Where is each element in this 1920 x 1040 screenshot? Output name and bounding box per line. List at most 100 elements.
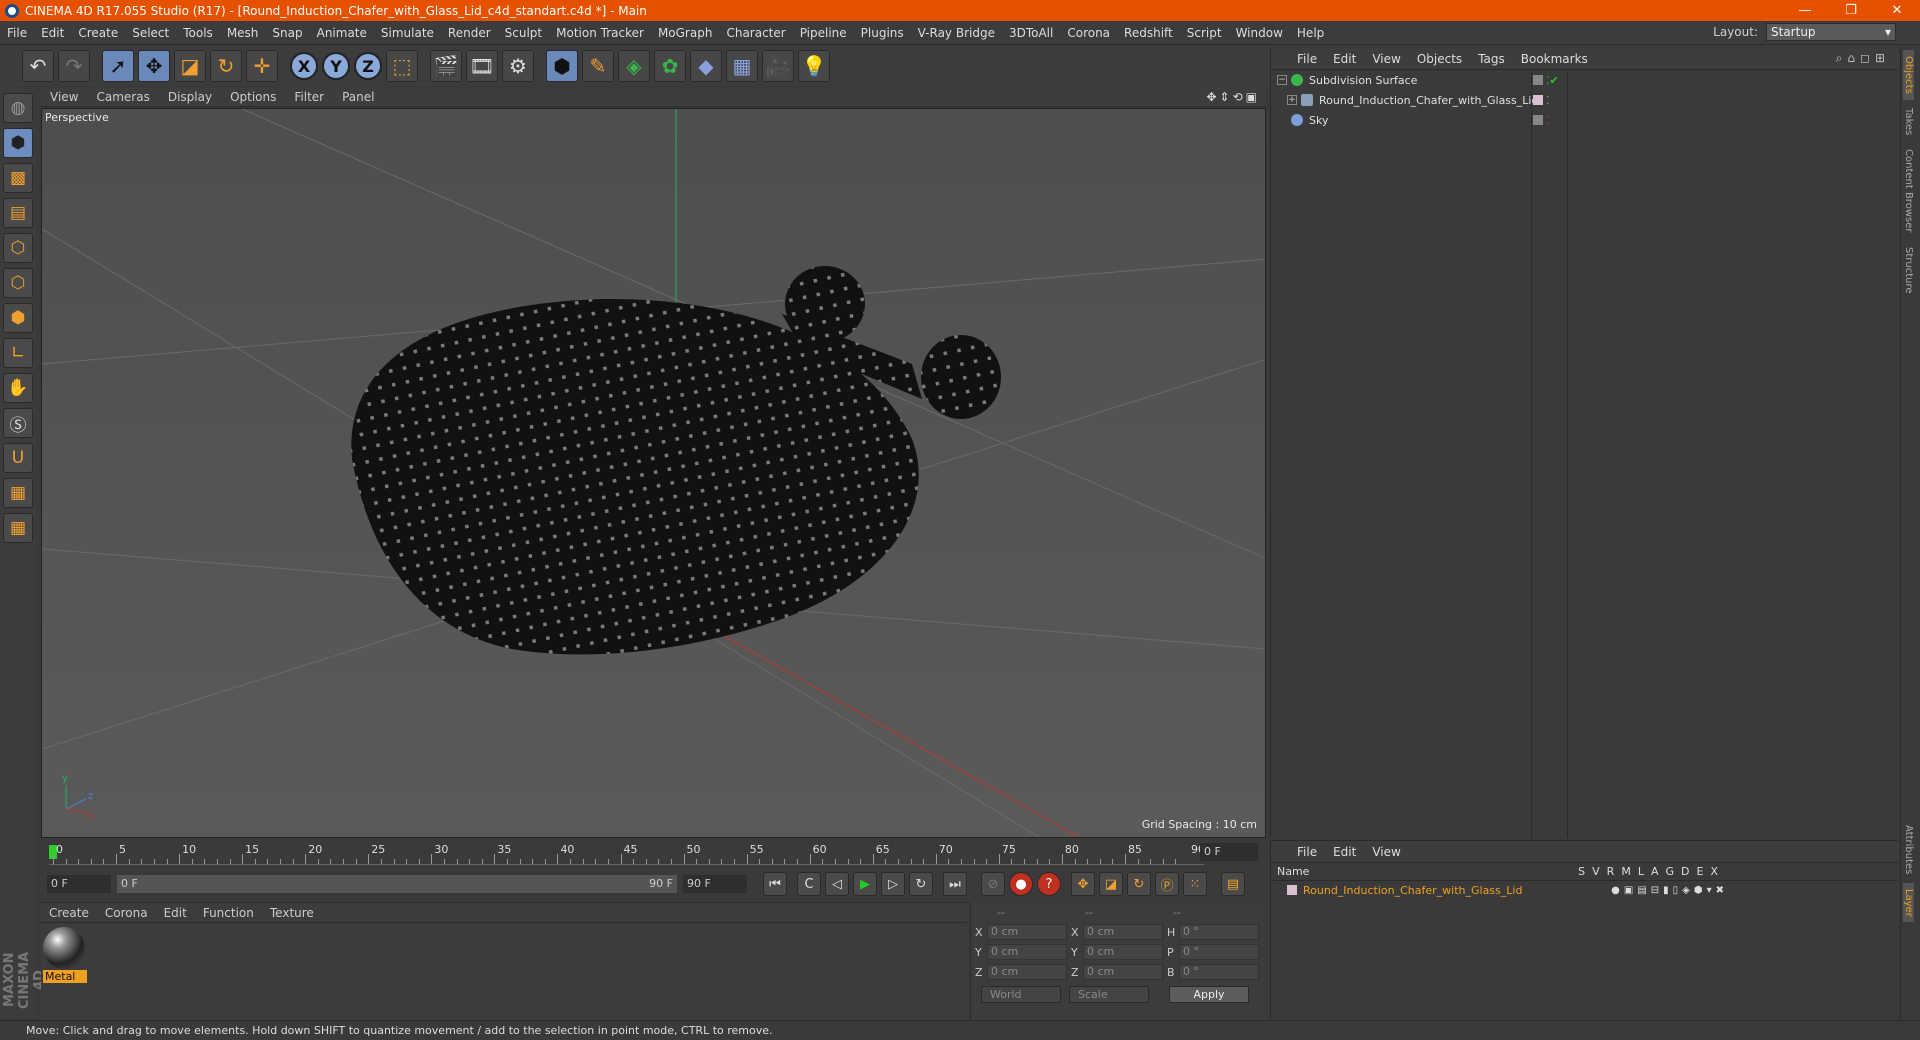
current-frame-field[interactable]: 0 F xyxy=(1200,843,1258,861)
material-menu-function[interactable]: Function xyxy=(195,906,262,920)
z-axis-lock-icon[interactable]: Z xyxy=(354,52,382,80)
next-key-icon[interactable]: ↻ xyxy=(909,872,933,896)
recent-tool-icon[interactable]: ✛ xyxy=(246,50,278,82)
timeline-window-icon[interactable]: ▤ xyxy=(1221,872,1245,896)
cloner-icon[interactable]: ✿ xyxy=(654,50,686,82)
minimize-icon[interactable]: — xyxy=(1782,3,1828,18)
menu-tools[interactable]: Tools xyxy=(176,26,220,40)
render-view-icon[interactable]: 🎬 xyxy=(430,50,462,82)
object-row[interactable]: + Round_Induction_Chafer_with_Glass_Lid … xyxy=(1271,90,1898,110)
start-frame-field[interactable]: 0 F xyxy=(47,875,111,893)
menu-file[interactable]: File xyxy=(0,26,34,40)
rotation-p-field[interactable]: 0 ° xyxy=(1179,944,1259,960)
tab-structure[interactable]: Structure xyxy=(1903,241,1914,300)
y-axis-lock-icon[interactable]: Y xyxy=(322,52,350,80)
key-scale-icon[interactable]: ◪ xyxy=(1099,872,1123,896)
layers-menu-view[interactable]: View xyxy=(1364,845,1408,859)
floor-icon[interactable]: ▦ xyxy=(726,50,758,82)
objects-menu-tags[interactable]: Tags xyxy=(1470,52,1513,66)
spline-pen-icon[interactable]: ✎ xyxy=(582,50,614,82)
viewport-menu-options[interactable]: Options xyxy=(221,90,285,104)
polygons-mode-icon[interactable]: ⬢ xyxy=(3,303,33,333)
snap-icon[interactable]: U xyxy=(3,443,33,473)
x-axis-lock-icon[interactable]: X xyxy=(290,52,318,80)
keyframe-selection-icon[interactable]: ? xyxy=(1037,872,1061,896)
menu-mesh[interactable]: Mesh xyxy=(220,26,266,40)
layers-menu-edit[interactable]: Edit xyxy=(1325,845,1364,859)
menu-window[interactable]: Window xyxy=(1229,26,1290,40)
record-keys-icon[interactable]: ⊘ xyxy=(981,872,1005,896)
menu-render[interactable]: Render xyxy=(441,26,498,40)
menu-select[interactable]: Select xyxy=(125,26,176,40)
points-mode-icon[interactable]: ⬡ xyxy=(3,233,33,263)
edges-mode-icon[interactable]: ⬡ xyxy=(3,268,33,298)
edit-render-settings-icon[interactable]: ⚙ xyxy=(502,50,534,82)
menu-create[interactable]: Create xyxy=(71,26,125,40)
light-icon[interactable]: 💡 xyxy=(798,50,830,82)
objects-menu-file[interactable]: File xyxy=(1289,52,1325,66)
viewport-nav-controls-icon[interactable]: ✥⇕⟲▣ xyxy=(1206,90,1266,104)
objects-menu-bookmarks[interactable]: Bookmarks xyxy=(1513,52,1596,66)
subdivision-surface-icon[interactable]: ◈ xyxy=(618,50,650,82)
object-row[interactable]: Sky ⁚ xyxy=(1271,110,1898,130)
position-y-field[interactable]: 0 cm xyxy=(987,944,1067,960)
layer-toggles-icon[interactable]: ●▣▤⊟▮▯◈⬢▾✖ xyxy=(1611,885,1728,896)
restore-icon[interactable]: ❐ xyxy=(1828,3,1874,18)
menu-vray-bridge[interactable]: V-Ray Bridge xyxy=(911,26,1002,40)
key-parameter-icon[interactable]: Ⓟ xyxy=(1155,872,1179,896)
apply-button[interactable]: Apply xyxy=(1169,986,1249,1003)
menu-corona[interactable]: Corona xyxy=(1060,26,1117,40)
objects-menu-objects[interactable]: Objects xyxy=(1409,52,1470,66)
size-x-field[interactable]: 0 cm xyxy=(1083,924,1163,940)
axis-mode-icon[interactable]: ∟ xyxy=(3,338,33,368)
objects-menu-edit[interactable]: Edit xyxy=(1325,52,1364,66)
key-position-icon[interactable]: ✥ xyxy=(1071,872,1095,896)
expand-icon[interactable]: + xyxy=(1287,95,1297,105)
material-swatch[interactable]: Metal xyxy=(43,927,87,987)
viewport-menu-panel[interactable]: Panel xyxy=(333,90,383,104)
objects-menu-view[interactable]: View xyxy=(1364,52,1408,66)
object-flags[interactable]: ⁚✔ xyxy=(1533,72,1561,88)
tab-layer[interactable]: Layer xyxy=(1903,882,1914,923)
layer-color-swatch[interactable] xyxy=(1287,885,1297,895)
object-row[interactable]: − Subdivision Surface ⁚✔ xyxy=(1271,70,1898,90)
size-z-field[interactable]: 0 cm xyxy=(1083,964,1163,980)
viewport-menu-filter[interactable]: Filter xyxy=(285,90,333,104)
tab-attributes[interactable]: Attributes xyxy=(1903,819,1914,880)
end-frame-field[interactable]: 90 F xyxy=(683,875,747,893)
render-picture-viewer-icon[interactable]: 🎞 xyxy=(466,50,498,82)
prev-frame-icon[interactable]: ◁ xyxy=(825,872,849,896)
rotation-h-field[interactable]: 0 ° xyxy=(1179,924,1259,940)
menu-3dtoall[interactable]: 3DToAll xyxy=(1002,26,1060,40)
material-menu-corona[interactable]: Corona xyxy=(97,906,156,920)
layout-dropdown[interactable]: Startup xyxy=(1766,23,1896,41)
tab-content-browser[interactable]: Content Browser xyxy=(1903,143,1914,238)
undo-icon[interactable]: ↶ xyxy=(22,50,54,82)
autokey-icon[interactable]: ● xyxy=(1009,872,1033,896)
planar-workplane-icon[interactable]: ▦ xyxy=(3,513,33,543)
cube-primitive-icon[interactable]: ⬢ xyxy=(546,50,578,82)
menu-sculpt[interactable]: Sculpt xyxy=(498,26,549,40)
menu-mograph[interactable]: MoGraph xyxy=(651,26,720,40)
rotation-b-field[interactable]: 0 ° xyxy=(1179,964,1259,980)
play-icon[interactable]: ▶ xyxy=(853,872,877,896)
move-tool-icon[interactable]: ✥ xyxy=(138,50,170,82)
workplane-mode-icon[interactable]: ▤ xyxy=(3,198,33,228)
key-rotation-icon[interactable]: ↻ xyxy=(1127,872,1151,896)
viewport-menu-view[interactable]: View xyxy=(41,90,87,104)
next-frame-icon[interactable]: ▷ xyxy=(881,872,905,896)
key-pla-icon[interactable]: ⁙ xyxy=(1183,872,1207,896)
viewport-menu-cameras[interactable]: Cameras xyxy=(87,90,158,104)
menu-help[interactable]: Help xyxy=(1290,26,1331,40)
texture-mode-icon[interactable]: ▩ xyxy=(3,163,33,193)
rotate-tool-icon[interactable]: ↻ xyxy=(210,50,242,82)
frame-ruler[interactable]: 0 5 10 15 20 25 30 35 40 45 50 55 60 65 70 75 80 85 90 xyxy=(49,843,1205,865)
deformer-icon[interactable]: ◆ xyxy=(690,50,722,82)
menu-plugins[interactable]: Plugins xyxy=(854,26,911,40)
material-menu-edit[interactable]: Edit xyxy=(156,906,195,920)
close-icon[interactable]: ✕ xyxy=(1874,3,1920,18)
camera-icon[interactable]: 🎥 xyxy=(762,50,794,82)
menu-script[interactable]: Script xyxy=(1180,26,1229,40)
goto-end-icon[interactable]: ⏭ xyxy=(943,872,967,896)
coordinate-space-dropdown[interactable]: World xyxy=(981,986,1061,1003)
